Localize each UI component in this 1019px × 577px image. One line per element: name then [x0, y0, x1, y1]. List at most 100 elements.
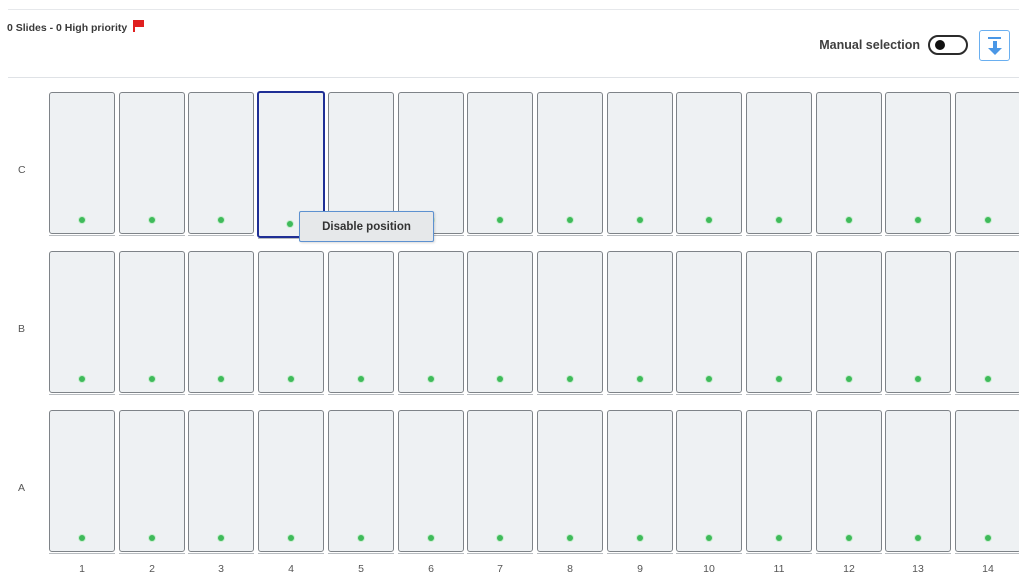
position-shelf [328, 394, 394, 395]
slide-position-c1[interactable] [49, 92, 115, 236]
column-label-6: 6 [428, 563, 434, 575]
status-dot-icon [706, 376, 712, 382]
slide-position-b9[interactable] [607, 251, 673, 395]
position-shelf [746, 394, 812, 395]
status-dot-icon [776, 535, 782, 541]
position-shelf [816, 553, 882, 554]
status-dot-icon [915, 217, 921, 223]
status-dot-icon [846, 535, 852, 541]
slide-position-b1[interactable] [49, 251, 115, 395]
slide-position-b3[interactable] [188, 251, 254, 395]
row-label-b: B [18, 323, 26, 335]
slide-position-b2[interactable] [119, 251, 185, 395]
status-dot-icon [149, 217, 155, 223]
position-shelf [955, 235, 1019, 236]
status-dot-icon [218, 535, 224, 541]
position-shelf [607, 235, 673, 236]
status-dot-icon [358, 376, 364, 382]
position-shelf [328, 553, 394, 554]
context-menu-disable-position[interactable]: Disable position [299, 211, 434, 242]
slide-position-a4[interactable] [258, 410, 324, 554]
status-dot-icon [149, 376, 155, 382]
position-shelf [676, 394, 742, 395]
column-label-2: 2 [149, 563, 155, 575]
position-shelf [885, 235, 951, 236]
position-shelf [188, 394, 254, 395]
column-label-7: 7 [497, 563, 503, 575]
context-menu-item-label: Disable position [322, 220, 411, 233]
slide-position-a10[interactable] [676, 410, 742, 554]
status-dot-icon [915, 376, 921, 382]
slide-position-b13[interactable] [885, 251, 951, 395]
status-dot-icon [567, 535, 573, 541]
position-shelf [816, 394, 882, 395]
status-dot-icon [428, 535, 434, 541]
slide-position-c13[interactable] [885, 92, 951, 236]
slide-position-a9[interactable] [607, 410, 673, 554]
column-label-12: 12 [843, 563, 855, 575]
slide-position-b5[interactable] [328, 251, 394, 395]
slide-position-c2[interactable] [119, 92, 185, 236]
position-shelf [188, 235, 254, 236]
status-dot-icon [706, 217, 712, 223]
slide-position-c9[interactable] [607, 92, 673, 236]
status-dot-icon [79, 376, 85, 382]
slide-position-a13[interactable] [885, 410, 951, 554]
status-dot-icon [288, 376, 294, 382]
slide-position-b4[interactable] [258, 251, 324, 395]
position-shelf [119, 394, 185, 395]
slide-position-b11[interactable] [746, 251, 812, 395]
slide-position-c7[interactable] [467, 92, 533, 236]
slide-position-a12[interactable] [816, 410, 882, 554]
slide-position-a8[interactable] [537, 410, 603, 554]
column-label-3: 3 [218, 563, 224, 575]
slide-position-a14[interactable] [955, 410, 1019, 554]
status-dot-icon [915, 535, 921, 541]
column-label-14: 14 [982, 563, 994, 575]
column-label-5: 5 [358, 563, 364, 575]
slide-position-c3[interactable] [188, 92, 254, 236]
column-label-10: 10 [703, 563, 715, 575]
position-shelf [258, 553, 324, 554]
column-label-11: 11 [773, 563, 785, 575]
slide-position-b12[interactable] [816, 251, 882, 395]
slide-position-b8[interactable] [537, 251, 603, 395]
slide-position-b6[interactable] [398, 251, 464, 395]
status-dot-icon [985, 217, 991, 223]
status-dot-icon [846, 217, 852, 223]
slide-position-b7[interactable] [467, 251, 533, 395]
column-label-8: 8 [567, 563, 573, 575]
slide-position-c8[interactable] [537, 92, 603, 236]
status-dot-icon [846, 376, 852, 382]
position-shelf [49, 553, 115, 554]
status-dot-icon [218, 376, 224, 382]
slide-position-c14[interactable] [955, 92, 1019, 236]
slide-position-b14[interactable] [955, 251, 1019, 395]
position-shelf [746, 235, 812, 236]
slide-position-b10[interactable] [676, 251, 742, 395]
slide-position-a2[interactable] [119, 410, 185, 554]
slide-position-a6[interactable] [398, 410, 464, 554]
position-shelf [467, 394, 533, 395]
slide-position-c12[interactable] [816, 92, 882, 236]
status-dot-icon [428, 376, 434, 382]
slide-position-c10[interactable] [676, 92, 742, 236]
status-dot-icon [287, 221, 293, 227]
position-shelf [955, 553, 1019, 554]
slide-position-a7[interactable] [467, 410, 533, 554]
position-shelf [537, 394, 603, 395]
slide-position-a1[interactable] [49, 410, 115, 554]
slide-position-c11[interactable] [746, 92, 812, 236]
slide-position-a3[interactable] [188, 410, 254, 554]
slide-position-a11[interactable] [746, 410, 812, 554]
position-shelf [676, 553, 742, 554]
status-dot-icon [497, 376, 503, 382]
status-dot-icon [985, 535, 991, 541]
status-dot-icon [218, 217, 224, 223]
status-dot-icon [358, 535, 364, 541]
position-shelf [467, 235, 533, 236]
column-label-9: 9 [637, 563, 643, 575]
position-shelf [49, 394, 115, 395]
position-shelf [676, 235, 742, 236]
slide-position-a5[interactable] [328, 410, 394, 554]
